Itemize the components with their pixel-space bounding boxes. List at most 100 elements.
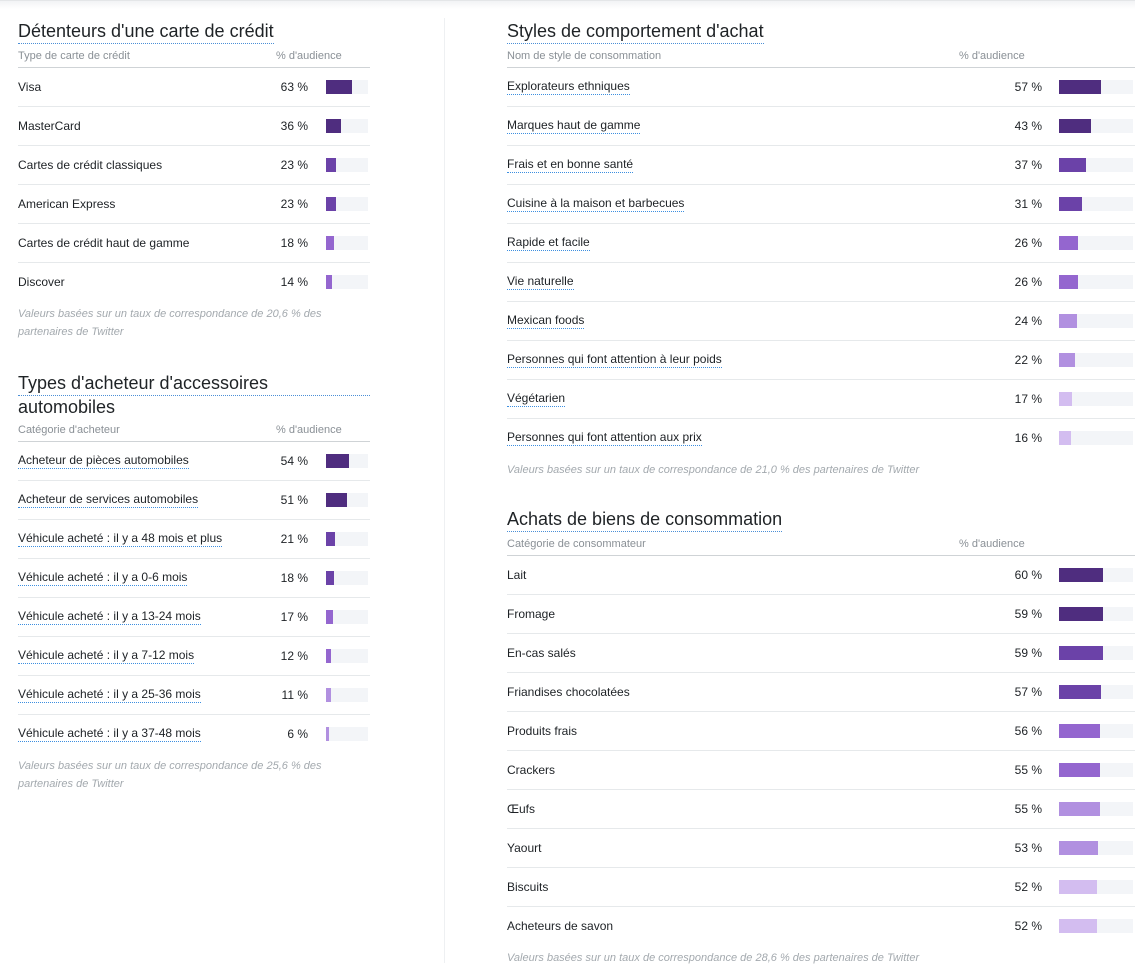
row-label-text[interactable]: Véhicule acheté : il y a 48 mois et plus [18, 531, 223, 547]
panel-title[interactable]: Détenteurs d'une carte de crédit [18, 19, 274, 44]
row-percent: 37 % [1014, 158, 1042, 172]
footnote: Valeurs basées sur un taux de correspond… [507, 952, 920, 964]
audience-bar-fill [1059, 236, 1079, 250]
table-body: Visa 63 % MasterCard 36 % Cartes de crédit c… [18, 68, 370, 301]
row-label-text[interactable]: Véhicule acheté : il y a 0-6 mois [18, 570, 188, 586]
audience-bar-fill [326, 454, 349, 468]
audience-bar-fill [326, 649, 332, 663]
audience-bar-track [326, 275, 368, 289]
column-divider [444, 18, 445, 963]
audience-bar-fill [1059, 685, 1102, 699]
row-label[interactable]: Personnes qui font attention aux prix [507, 430, 977, 446]
row-label[interactable]: Véhicule acheté : il y a 13-24 mois [18, 609, 268, 625]
footnote: Valeurs basées sur un taux de correspond… [507, 464, 920, 476]
row-label[interactable]: Végétarien [507, 391, 977, 407]
column-header-audience: % d'audience [959, 537, 1025, 550]
row-label-text[interactable]: Vie naturelle [507, 274, 574, 290]
row-percent: 22 % [1014, 353, 1042, 367]
row-label: American Express [18, 197, 268, 212]
row-label[interactable]: Acheteur de services automobiles [18, 492, 268, 508]
row-percent: 59 % [1014, 646, 1042, 660]
row-label[interactable]: Personnes qui font attention à leur poid… [507, 352, 977, 368]
row-label[interactable]: Frais et en bonne santé [507, 157, 977, 173]
panel-title[interactable]: Types d'acheteur d'accessoires automobil… [18, 371, 370, 417]
row-label: Lait [507, 568, 977, 583]
row-label-text[interactable]: Cuisine à la maison et barbecues [507, 196, 685, 212]
audience-bar-track [326, 158, 368, 172]
row-label-text[interactable]: Marques haut de gamme [507, 118, 641, 134]
row-label-text[interactable]: Acheteur de pièces automobiles [18, 453, 189, 469]
audience-bar-track [1059, 841, 1133, 855]
row-label[interactable]: Explorateurs ethniques [507, 79, 977, 95]
row-label[interactable]: Acheteur de pièces automobiles [18, 453, 268, 469]
row-label[interactable]: Marques haut de gamme [507, 118, 977, 134]
audience-bar-fill [1059, 607, 1103, 621]
row-label: Cartes de crédit haut de gamme [18, 236, 268, 251]
panel-title[interactable]: Styles de comportement d'achat [507, 19, 764, 44]
row-label-text[interactable]: Personnes qui font attention aux prix [507, 430, 702, 446]
row-label-text[interactable]: Végétarien [507, 391, 566, 407]
row-label: Acheteurs de savon [507, 919, 977, 934]
row-percent: 26 % [1014, 275, 1042, 289]
audience-bar-fill [326, 275, 332, 289]
audience-bar-fill [326, 688, 331, 702]
row-label[interactable]: Véhicule acheté : il y a 37-48 mois [18, 726, 268, 742]
column-header-category: Catégorie d'acheteur [18, 423, 120, 436]
row-label-text[interactable]: Véhicule acheté : il y a 13-24 mois [18, 609, 201, 625]
row-label[interactable]: Rapide et facile [507, 235, 977, 251]
row-label-text: Discover [18, 274, 65, 289]
row-percent: 23 % [280, 197, 308, 211]
row-label-text[interactable]: Personnes qui font attention à leur poid… [507, 352, 722, 368]
row-label[interactable]: Mexican foods [507, 313, 977, 329]
row-label-text[interactable]: Véhicule acheté : il y a 37-48 mois [18, 726, 201, 742]
row-label-text[interactable]: Mexican foods [507, 313, 585, 329]
table-row: Rapide et facile 26 % [507, 224, 1135, 263]
table-row: Cuisine à la maison et barbecues 31 % [507, 185, 1135, 224]
row-percent: 21 % [280, 532, 308, 546]
row-label: Yaourt [507, 841, 977, 856]
row-label: Crackers [507, 763, 977, 778]
audience-bar-fill [326, 119, 342, 133]
row-label[interactable]: Cuisine à la maison et barbecues [507, 196, 977, 212]
audience-bar-fill [1059, 275, 1079, 289]
row-percent: 51 % [280, 493, 308, 507]
table-row: Discover 14 % [18, 263, 370, 301]
table-header: Catégorie d'acheteur % d'audience [18, 418, 370, 442]
panel-title[interactable]: Achats de biens de consommation [507, 507, 783, 532]
audience-bar-track [1059, 80, 1133, 94]
footnote: Valeurs basées sur un taux de correspond… [18, 760, 322, 790]
row-label-text[interactable]: Acheteur de services automobiles [18, 492, 199, 508]
row-label-text: Acheteurs de savon [507, 918, 614, 933]
row-percent: 56 % [1014, 724, 1042, 738]
row-percent: 17 % [280, 610, 308, 624]
table-row: American Express 23 % [18, 185, 370, 224]
row-label-text[interactable]: Véhicule acheté : il y a 7-12 mois [18, 648, 195, 664]
table-header: Catégorie de consommateur % d'audience [507, 532, 1135, 556]
row-label-text[interactable]: Rapide et facile [507, 235, 590, 251]
audience-bar-track [326, 454, 368, 468]
audience-bar-track [326, 610, 368, 624]
row-label-text[interactable]: Véhicule acheté : il y a 25-36 mois [18, 687, 201, 703]
row-label[interactable]: Vie naturelle [507, 274, 977, 290]
row-label[interactable]: Véhicule acheté : il y a 7-12 mois [18, 648, 268, 664]
column-header-category: Catégorie de consommateur [507, 537, 646, 550]
credit-card-panel: Détenteurs d'une carte de crédit Type de… [18, 19, 370, 341]
row-label[interactable]: Véhicule acheté : il y a 25-36 mois [18, 687, 268, 703]
table-row: Cartes de crédit classiques 23 % [18, 146, 370, 185]
audience-bar-track [1059, 431, 1133, 445]
audience-bar-track [1059, 607, 1133, 621]
audience-bar-track [1059, 763, 1133, 777]
audience-bar-fill [1059, 919, 1098, 933]
column-header-audience: % d'audience [959, 49, 1025, 62]
row-label[interactable]: Véhicule acheté : il y a 48 mois et plus [18, 531, 268, 547]
row-label-text: American Express [18, 196, 116, 211]
row-label: Produits frais [507, 724, 977, 739]
row-label-text[interactable]: Explorateurs ethniques [507, 79, 630, 95]
audience-bar-track [326, 727, 368, 741]
row-label[interactable]: Véhicule acheté : il y a 0-6 mois [18, 570, 268, 586]
audience-bar-fill [1059, 80, 1102, 94]
footnote: Valeurs basées sur un taux de correspond… [18, 308, 322, 338]
row-label-text: Produits frais [507, 723, 578, 738]
row-label-text[interactable]: Frais et en bonne santé [507, 157, 634, 173]
column-header-category: Type de carte de crédit [18, 49, 130, 62]
